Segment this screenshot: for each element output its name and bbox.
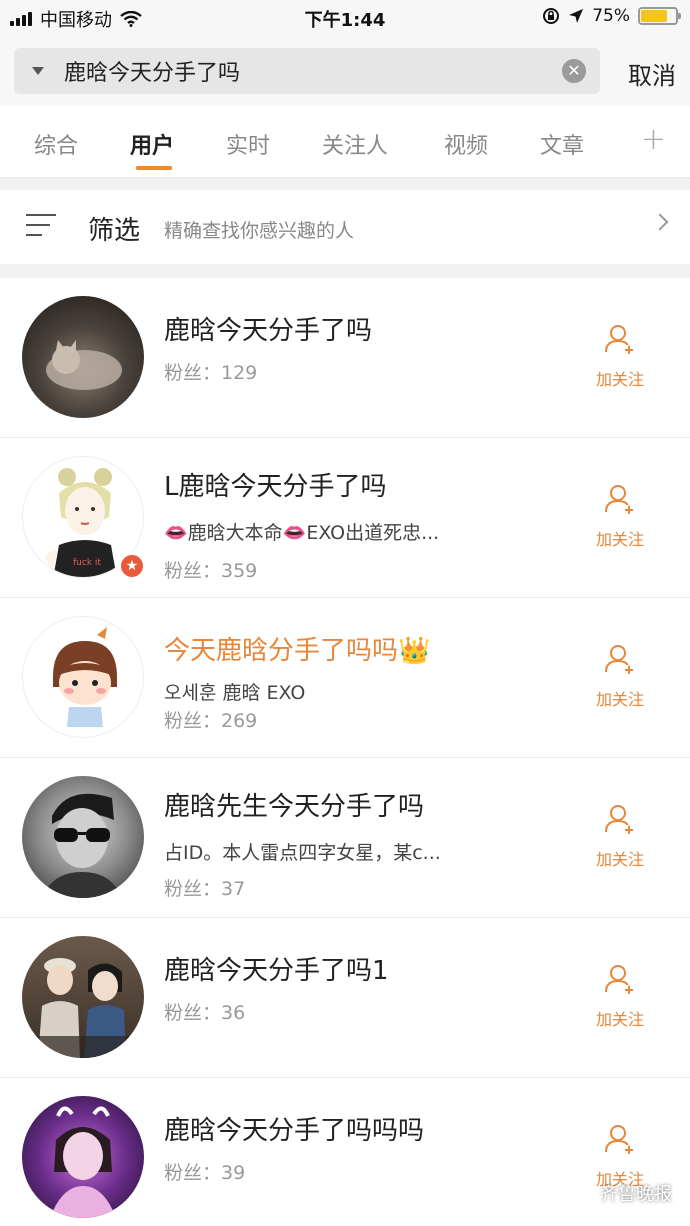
- location-icon: [569, 9, 584, 23]
- wechat-icon: [570, 1183, 594, 1202]
- tab-comprehensive[interactable]: 综合: [34, 128, 78, 160]
- chevron-right-icon: [651, 213, 669, 231]
- user-row[interactable]: 鹿晗今天分手了吗1 粉丝：36 加关注: [0, 918, 690, 1078]
- user-fans: 粉丝：129: [164, 362, 258, 384]
- tab-articles[interactable]: 文章: [540, 128, 584, 160]
- user-name[interactable]: 鹿晗先生今天分手了吗: [164, 786, 424, 823]
- follow-button[interactable]: 加关注: [590, 642, 650, 710]
- add-user-icon: [605, 645, 633, 674]
- follow-label: 加关注: [595, 370, 644, 389]
- follow-button[interactable]: 加关注: [590, 802, 650, 870]
- verified-badge-icon: ★: [118, 552, 146, 580]
- search-header: 鹿晗今天分手了吗 ✕ 取消: [0, 36, 690, 106]
- add-user-icon: [605, 485, 633, 514]
- filter-title: 筛选: [88, 216, 141, 246]
- tab-video[interactable]: 视频: [444, 128, 488, 160]
- avatar[interactable]: [22, 616, 144, 738]
- active-tab-indicator: [136, 166, 172, 170]
- watermark: 齐鲁晚报: [570, 1180, 672, 1206]
- portrait-photo: [50, 1106, 116, 1218]
- section-divider: [0, 178, 690, 190]
- user-row[interactable]: 鹿晗今天分手了吗 粉丝：129 加关注: [0, 278, 690, 438]
- user-name[interactable]: 鹿晗今天分手了吗1: [164, 950, 389, 987]
- cat-photo: [46, 340, 122, 390]
- user-fans: 粉丝：269: [164, 710, 258, 732]
- filter-row[interactable]: 筛选 精确查找你感兴趣的人: [0, 190, 690, 264]
- user-description: 👄鹿晗大本命👄EXO出道死忠...: [164, 522, 440, 544]
- follow-label: 加关注: [595, 690, 644, 709]
- user-name[interactable]: 鹿晗今天分手了吗吗吗: [164, 1110, 424, 1147]
- follow-label: 加关注: [595, 850, 644, 869]
- user-name[interactable]: L鹿晗今天分手了吗: [164, 466, 387, 503]
- add-user-icon: [605, 325, 633, 354]
- add-user-icon: [605, 1125, 633, 1154]
- follow-label: 加关注: [595, 1010, 644, 1029]
- battery-fill: [641, 10, 667, 22]
- user-row[interactable]: fuck it ★ L鹿晗今天分手了吗 👄鹿晗大本命👄EXO出道死忠... 粉丝…: [0, 438, 690, 598]
- section-divider: [0, 264, 690, 278]
- avatar[interactable]: [22, 936, 144, 1058]
- caret-down-icon[interactable]: [32, 67, 44, 75]
- filter-description: 精确查找你感兴趣的人: [164, 220, 355, 242]
- add-user-icon: [605, 805, 633, 834]
- battery-percent: 75%: [592, 6, 630, 26]
- tab-following[interactable]: 关注人: [322, 128, 388, 160]
- filter-icon: [26, 214, 56, 240]
- tab-users[interactable]: 用户: [130, 128, 174, 160]
- user-fans: 粉丝：359: [164, 560, 258, 582]
- status-right: 75%: [542, 6, 681, 26]
- avatar[interactable]: [22, 1096, 144, 1218]
- search-input[interactable]: 鹿晗今天分手了吗 ✕: [14, 48, 600, 94]
- user-description: 오세훈 鹿晗 EXO: [164, 682, 306, 704]
- battery-icon: [638, 7, 681, 25]
- user-row[interactable]: 鹿晗先生今天分手了吗 占ID。本人雷点四字女星，某c... 粉丝：37 加关注: [0, 758, 690, 918]
- user-fans: 粉丝：39: [164, 1162, 246, 1184]
- user-name[interactable]: 今天鹿晗分手了吗吗👑: [164, 630, 430, 667]
- cancel-button[interactable]: 取消: [628, 56, 676, 91]
- follow-button[interactable]: 加关注: [590, 322, 650, 390]
- follow-button[interactable]: 加关注: [590, 962, 650, 1030]
- add-user-icon: [605, 965, 633, 994]
- svg-text:fuck it: fuck it: [73, 558, 101, 568]
- watermark-text: 齐鲁晚报: [600, 1184, 672, 1205]
- user-name[interactable]: 鹿晗今天分手了吗: [164, 310, 372, 347]
- clear-icon[interactable]: ✕: [562, 59, 586, 83]
- search-query[interactable]: 鹿晗今天分手了吗: [64, 55, 562, 87]
- avatar[interactable]: [22, 776, 144, 898]
- tab-realtime[interactable]: 实时: [226, 128, 270, 160]
- follow-label: 加关注: [595, 530, 644, 549]
- user-fans: 粉丝：36: [164, 1002, 246, 1024]
- follow-button[interactable]: 加关注: [590, 482, 650, 550]
- user-fans: 粉丝：37: [164, 878, 246, 900]
- user-description: 占ID。本人雷点四字女星，某c...: [164, 842, 441, 864]
- cartoon-avatar: [53, 627, 117, 727]
- orientation-lock-icon: [543, 8, 560, 24]
- tab-bar: 综合 用户 实时 关注人 视频 文章 +: [0, 106, 690, 178]
- avatar[interactable]: [22, 296, 144, 418]
- portrait-photo: [42, 793, 122, 898]
- add-tab-icon[interactable]: +: [641, 122, 666, 157]
- status-bar: 中国移动 下午1:44 75%: [0, 0, 690, 36]
- group-photo: [22, 958, 144, 1058]
- user-row[interactable]: 今天鹿晗分手了吗吗👑 오세훈 鹿晗 EXO 粉丝：269 加关注: [0, 598, 690, 758]
